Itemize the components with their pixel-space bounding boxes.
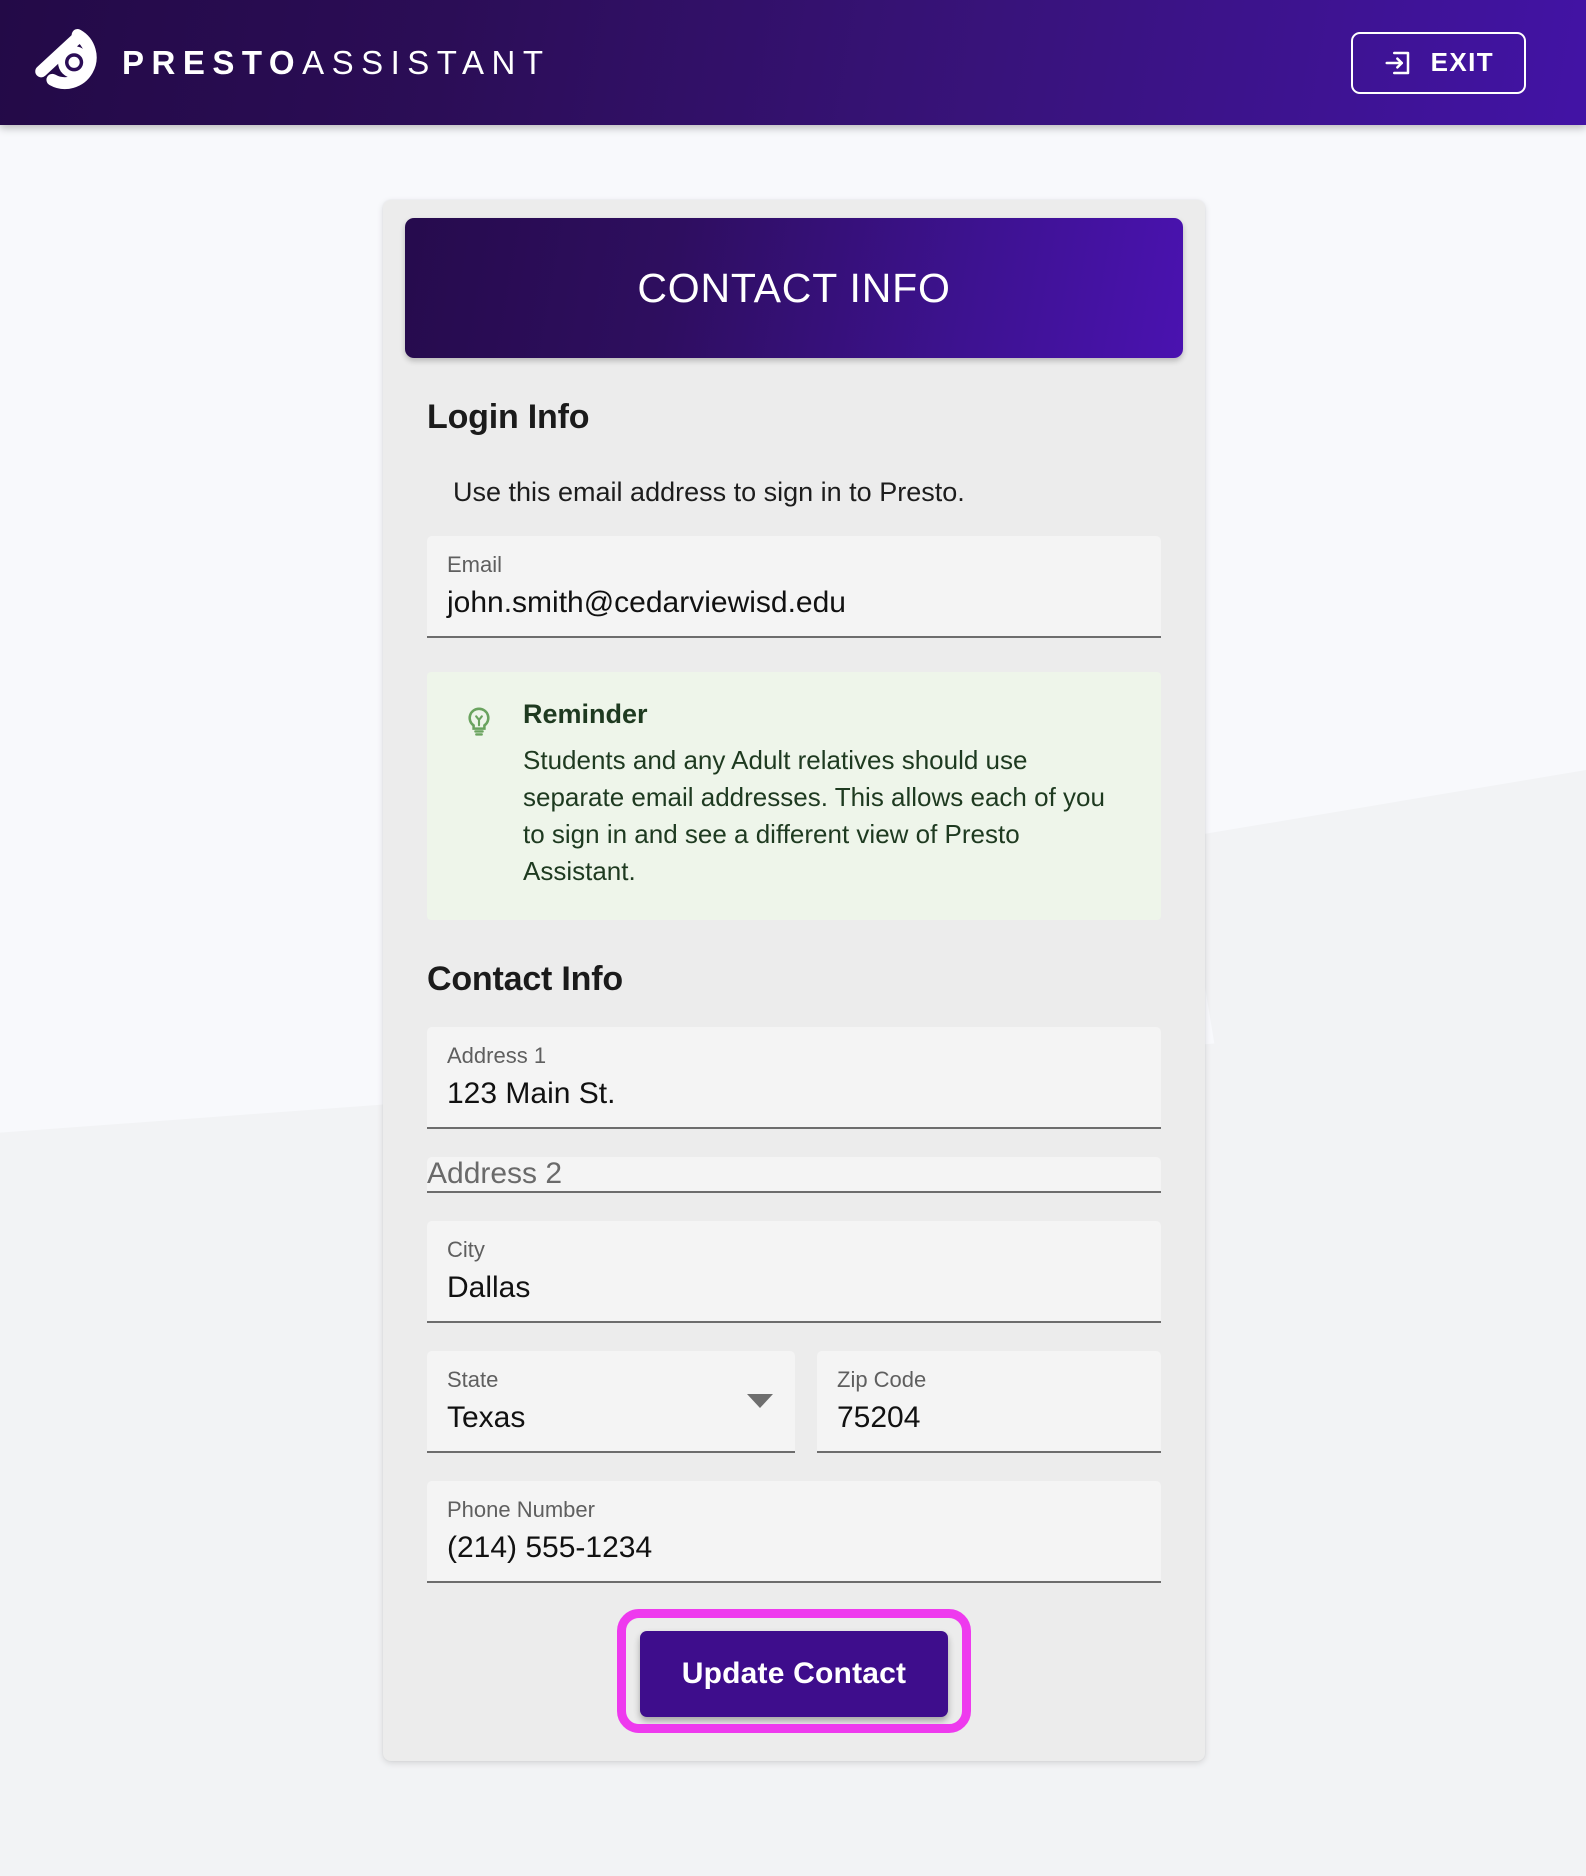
app-header-bar: PRESTOASSISTANT EXIT <box>0 0 1586 125</box>
presto-swirl-logo-icon <box>35 28 97 89</box>
address2-field[interactable]: Address 2 <box>427 1157 1161 1194</box>
email-field-value: john.smith@cedarviewisd.edu <box>447 586 846 620</box>
brand-name-primary: PRESTO <box>122 44 303 81</box>
state-select-label: State <box>447 1367 499 1393</box>
reminder-body: Students and any Adult relatives should … <box>523 745 1105 887</box>
exit-arrow-icon <box>1385 51 1409 74</box>
brand-wordmark: PRESTOASSISTANT <box>122 46 551 79</box>
update-contact-button[interactable]: Update Contact <box>639 1631 949 1718</box>
contact-fields-group: Address 1 123 Main St. Address 2 City Da… <box>383 1027 1205 1584</box>
zip-code-field[interactable]: Zip Code 75204 <box>817 1351 1161 1454</box>
state-select[interactable]: State Texas <box>427 1351 795 1454</box>
brand-lockup: PRESTOASSISTANT <box>30 28 551 98</box>
exit-button-label: EXIT <box>1430 47 1494 77</box>
brand-name-secondary: ASSISTANT <box>302 44 551 81</box>
login-fields-group: Email john.smith@cedarviewisd.edu <box>383 536 1205 638</box>
login-info-heading: Login Info <box>427 398 590 436</box>
zip-code-field-value: 75204 <box>837 1401 921 1435</box>
submit-button-area: Update Contact <box>383 1609 1205 1735</box>
login-info-helper-text: Use this email address to sign in to Pre… <box>453 477 965 507</box>
email-field-label: Email <box>447 552 503 577</box>
phone-number-field-label: Phone Number <box>447 1497 595 1523</box>
phone-number-field[interactable]: Phone Number (214) 555-1234 <box>427 1481 1161 1584</box>
state-zip-row: State Texas Zip Code 75204 <box>427 1323 1161 1454</box>
lightbulb-icon <box>468 707 490 736</box>
city-field[interactable]: City Dallas <box>427 1221 1161 1324</box>
page-title: CONTACT INFO <box>637 264 951 311</box>
contact-info-heading: Contact Info <box>427 960 623 999</box>
email-field[interactable]: Email john.smith@cedarviewisd.edu <box>427 536 1161 638</box>
zip-code-field-label: Zip Code <box>837 1367 927 1393</box>
reminder-text-block: Reminder Students and any Adult relative… <box>523 698 1123 890</box>
reminder-callout: Reminder Students and any Adult relative… <box>427 672 1161 921</box>
city-field-value: Dallas <box>447 1271 531 1305</box>
reminder-title: Reminder <box>523 699 648 729</box>
contact-info-card: CONTACT INFO Login Info Use this email a… <box>383 200 1205 1762</box>
card-header-banner: CONTACT INFO <box>405 218 1183 358</box>
chevron-down-icon[interactable] <box>747 1394 773 1409</box>
state-select-value: Texas <box>447 1401 526 1435</box>
city-field-label: City <box>447 1237 485 1263</box>
address1-field[interactable]: Address 1 123 Main St. <box>427 1027 1161 1130</box>
address1-field-label: Address 1 <box>447 1043 547 1069</box>
address1-field-value: 123 Main St. <box>447 1077 616 1111</box>
exit-button[interactable]: EXIT <box>1350 31 1526 94</box>
address2-field-placeholder: Address 2 <box>427 1157 563 1191</box>
phone-number-field-value: (214) 555-1234 <box>447 1531 653 1565</box>
